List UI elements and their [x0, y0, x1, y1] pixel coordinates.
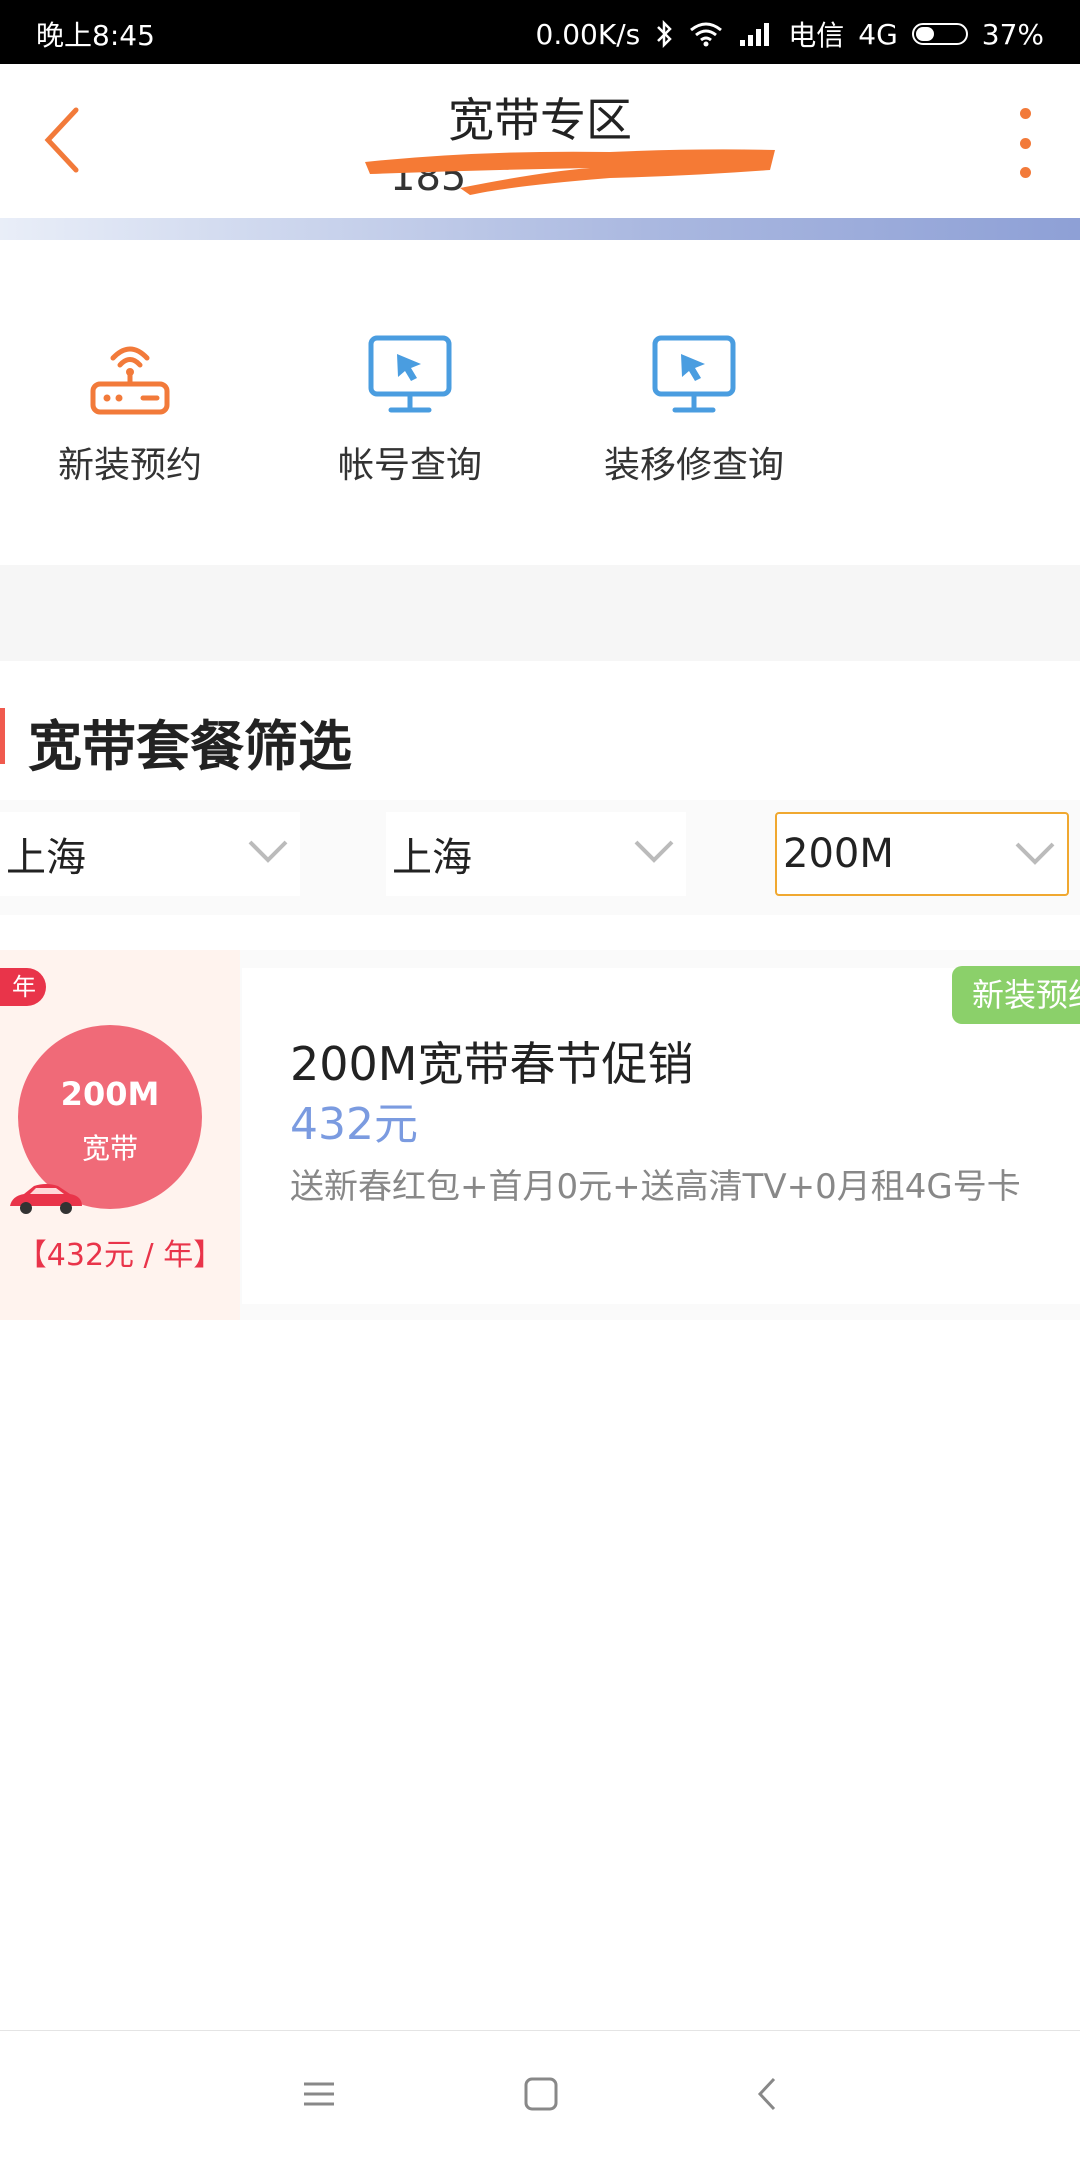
product-price: 432元 — [290, 1099, 418, 1150]
section-accent-bar — [0, 708, 5, 764]
filter-value: 上海 — [392, 835, 472, 881]
more-dot-icon — [1019, 167, 1031, 178]
filter-city-select[interactable]: 上海 — [386, 812, 686, 896]
signal-icon — [740, 23, 770, 46]
action-label: 装移修查询 — [603, 445, 784, 486]
system-nav-bar — [0, 2030, 1080, 2161]
more-dot-icon — [1019, 137, 1031, 149]
quick-actions: 新装预约 帐号查询 装移修查询 — [0, 240, 1080, 565]
badge-price: 【432元 / 年】 — [16, 1238, 224, 1273]
network-speed: 0.00K/s — [535, 17, 641, 51]
wifi-icon — [690, 22, 723, 47]
product-description: 送新春红包+首月0元+送高清TV+0月租4G号卡 — [290, 1167, 1021, 1207]
bluetooth-icon — [657, 20, 673, 48]
badge-type: 宽带 — [81, 1132, 138, 1165]
filter-speed-select[interactable]: 200M — [775, 812, 1069, 896]
product-name: 200M宽带春节促销 — [290, 1037, 694, 1091]
car-icon — [10, 1184, 82, 1214]
more-menu-button[interactable] — [1010, 108, 1040, 178]
status-right: 0.00K/s 电信 4G 37% — [536, 14, 1045, 54]
chevron-down-icon — [634, 840, 674, 863]
product-thumbnail[interactable]: 年 200M 宽带 【432元 / 年】 — [0, 950, 240, 1320]
badge-speed: 200M — [60, 1075, 160, 1113]
carrier: 电信 — [788, 19, 845, 52]
filter-value: 上海 — [6, 835, 86, 881]
chevron-down-icon — [248, 840, 288, 863]
more-dot-icon — [1019, 108, 1031, 119]
banner-strip — [0, 218, 1080, 240]
section-title: 宽带套餐筛选 — [28, 715, 352, 778]
duration-ribbon: 年 — [0, 968, 46, 1006]
action-account-query[interactable]: 帐号查询 — [280, 330, 540, 488]
menu-icon[interactable] — [294, 2069, 344, 2119]
section-divider — [0, 565, 1080, 661]
battery-percent: 37% — [981, 17, 1044, 51]
home-icon[interactable] — [516, 2069, 566, 2119]
action-repair-query[interactable]: 装移修查询 — [564, 330, 824, 488]
monitor-icon — [368, 335, 452, 413]
filter-province-select[interactable]: 上海 — [0, 812, 300, 896]
action-label: 帐号查询 — [337, 445, 482, 486]
action-label: 新装预约 — [57, 445, 202, 486]
status-bar: 晚上8:45 0.00K/s 电信 4G 37% — [0, 0, 1080, 64]
action-new-install[interactable]: 新装预约 — [0, 330, 260, 488]
new-install-tag[interactable]: 新装预约 — [952, 966, 1080, 1024]
battery-fill — [915, 27, 934, 41]
back-icon[interactable] — [742, 2069, 792, 2119]
network-type: 4G — [858, 17, 898, 51]
section-header: 宽带套餐筛选 — [0, 690, 1080, 780]
battery-icon — [911, 23, 968, 45]
filter-value: 200M — [783, 831, 894, 877]
redaction-scribble — [365, 149, 775, 195]
status-time: 晚上8:45 — [36, 19, 155, 52]
router-icon — [90, 346, 170, 415]
chevron-down-icon — [1015, 842, 1055, 865]
monitor-icon — [652, 335, 736, 413]
